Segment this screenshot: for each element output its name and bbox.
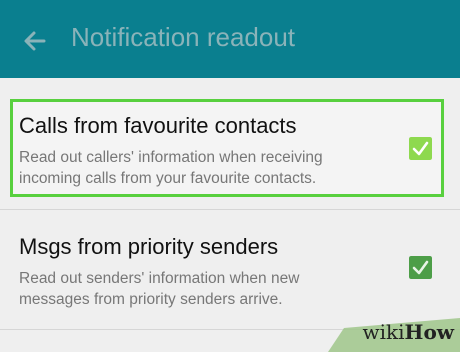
- setting-title-priority-senders: Msgs from priority senders: [19, 234, 279, 259]
- wikihow-how-text: How: [404, 320, 454, 344]
- setting-description-line1: Read out callers' information when recei…: [19, 149, 323, 166]
- setting-description-line2: incoming calls from your favourite conta…: [19, 170, 317, 187]
- setting-description-line2: messages from priority senders arrive.: [19, 291, 283, 308]
- setting-description-line1: Read out senders' information when new: [19, 270, 300, 287]
- checkbox-favourite-contacts[interactable]: [409, 137, 432, 160]
- checkbox-priority-senders[interactable]: [409, 256, 432, 279]
- app-header: Notification readout: [0, 0, 460, 78]
- page-title: Notification readout: [71, 22, 296, 52]
- divider: [0, 209, 460, 210]
- wikihow-wiki-text: wiki: [362, 320, 405, 344]
- setting-title-favourite-contacts: Calls from favourite contacts: [19, 113, 297, 138]
- wikihow-logo: wikiHow: [363, 320, 454, 344]
- arrow-left-icon[interactable]: [20, 26, 50, 56]
